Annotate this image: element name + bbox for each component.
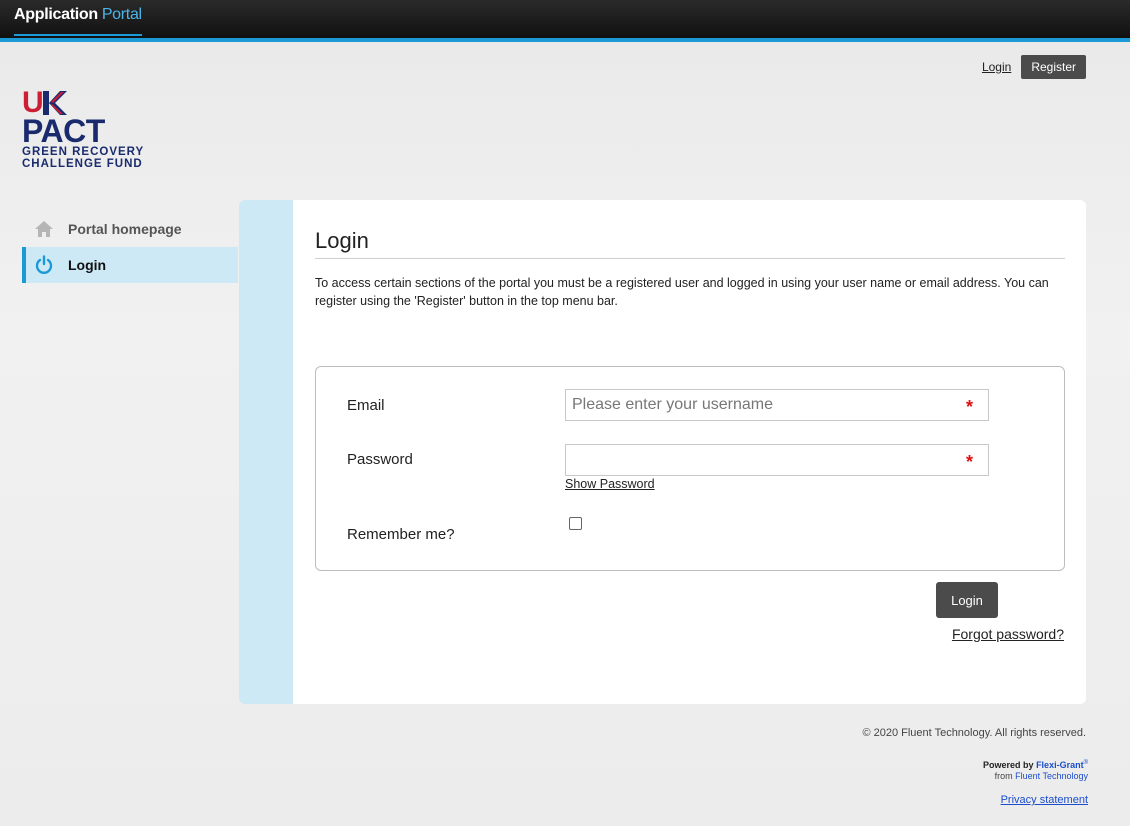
email-label: Email — [347, 397, 385, 414]
from-label: from — [994, 771, 1013, 781]
register-button[interactable]: Register — [1021, 55, 1086, 79]
powered-by: Powered by Flexi-Grant® from Fluent Tech… — [983, 758, 1088, 782]
forgot-password-link[interactable]: Forgot password? — [952, 626, 1064, 642]
flexi-grant-link[interactable]: Flexi-Grant — [1036, 760, 1084, 770]
fluent-technology-link[interactable]: Fluent Technology — [1015, 771, 1088, 781]
remember-me-checkbox[interactable] — [569, 517, 582, 530]
remember-me-label: Remember me? — [347, 526, 455, 543]
copyright-text: © 2020 Fluent Technology. All rights res… — [862, 727, 1086, 739]
required-marker: * — [966, 452, 974, 472]
brand-strong: Application — [14, 6, 98, 23]
header-login-link[interactable]: Login — [982, 60, 1011, 74]
app-brand[interactable]: Application Portal — [14, 6, 142, 36]
logo-subtitle-1: GREEN RECOVERY — [22, 146, 145, 158]
intro-text: To access certain sections of the portal… — [315, 276, 1049, 308]
registered-mark: ® — [1083, 760, 1088, 766]
header-actions: Login Register — [982, 55, 1086, 79]
password-field[interactable] — [565, 444, 989, 476]
privacy-statement-link[interactable]: Privacy statement — [1001, 794, 1088, 806]
password-label: Password — [347, 451, 413, 468]
login-button[interactable]: Login — [936, 582, 998, 618]
brand-light: Portal — [101, 6, 142, 23]
logo-pact: PACT — [22, 113, 105, 149]
power-icon — [34, 255, 54, 275]
title-divider — [315, 258, 1065, 259]
uk-pact-logo[interactable]: UK U PACT GREEN RECOVERY CHALLENGE FUND — [22, 88, 202, 171]
sidebar-item-login[interactable]: Login — [22, 247, 238, 283]
main-panel: Login To access certain sections of the … — [293, 200, 1086, 704]
sidebar-item-label: Login — [68, 257, 107, 273]
powered-label: Powered by — [983, 760, 1034, 770]
logo-subtitle-2: CHALLENGE FUND — [22, 158, 143, 170]
top-bar: Application Portal — [0, 0, 1130, 42]
panel-accent-strip — [239, 200, 293, 704]
login-form: Email * Password * Show Password Remembe… — [315, 366, 1065, 571]
sidebar-item-label: Portal homepage — [68, 221, 182, 237]
sidebar-item-portal-homepage[interactable]: Portal homepage — [22, 211, 238, 247]
required-marker: * — [966, 397, 974, 417]
show-password-link[interactable]: Show Password — [565, 477, 655, 491]
page-title: Login — [315, 228, 369, 253]
home-icon — [34, 219, 54, 239]
email-field[interactable] — [565, 389, 989, 421]
